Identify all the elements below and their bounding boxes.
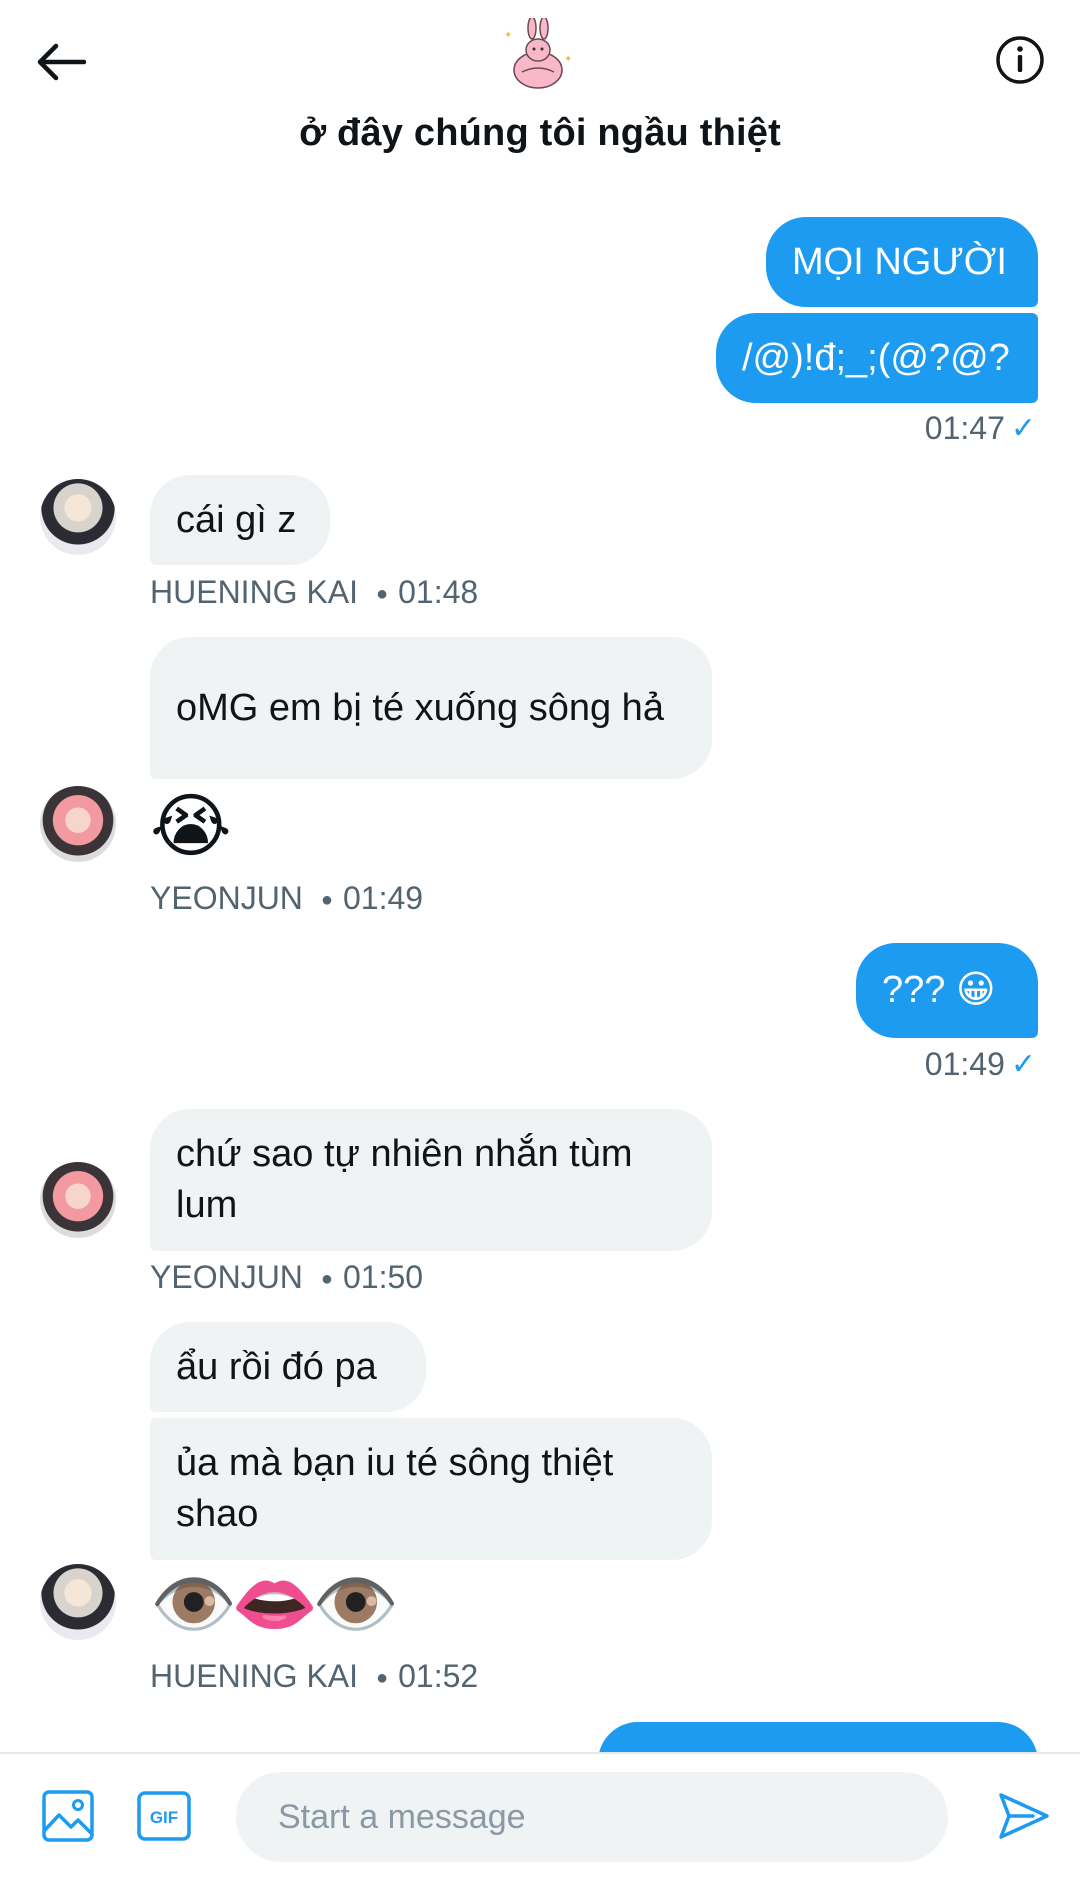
timestamp-text: 01:49 [924, 1046, 1005, 1082]
info-circle-icon [996, 36, 1044, 84]
message-text: ẩu rồi đó pa [176, 1345, 377, 1388]
timestamp-text: 01:50 [343, 1259, 424, 1295]
send-icon [999, 1793, 1049, 1839]
incoming-message[interactable]: oMG em bị té xuống sông hả [150, 637, 712, 779]
dm-conversation-screen: ✦ ✦ ở đây chúng tôi ngầu thiệt MỌI NGƯỜI… [0, 0, 1080, 1882]
avatar-huening-kai[interactable] [40, 1564, 116, 1640]
sender-name: YEONJUN [150, 880, 303, 916]
separator-dot: ● [320, 1268, 333, 1291]
sender-name: HUENING KAI [150, 574, 359, 610]
avatar-yeonjun[interactable] [40, 1162, 116, 1238]
separator-dot: ● [376, 1667, 389, 1690]
outgoing-message[interactable]: ??? 😀 [856, 943, 1038, 1038]
message-text: ủa mà bạn iu té sông thiệt shao [176, 1442, 614, 1535]
emoji-message[interactable]: 😭 [150, 786, 232, 866]
message-timestamp: 01:49 ✓ [925, 1046, 1036, 1083]
image-icon [42, 1790, 94, 1842]
timestamp-text: 01:52 [398, 1658, 479, 1694]
add-gif-button[interactable]: GIF [132, 1784, 196, 1848]
incoming-message[interactable]: cái gì z [150, 475, 330, 565]
group-avatar[interactable]: ✦ ✦ [496, 16, 580, 94]
send-button[interactable] [992, 1784, 1056, 1848]
avatar-yeonjun[interactable] [40, 786, 116, 862]
conversation-header: ✦ ✦ ở đây chúng tôi ngầu thiệt [0, 0, 1080, 200]
incoming-message[interactable]: ủa mà bạn iu té sông thiệt shao [150, 1418, 712, 1560]
avatar-huening-kai[interactable] [40, 479, 116, 555]
check-icon: ✓ [1010, 1048, 1036, 1081]
back-button[interactable] [30, 32, 90, 92]
message-text: chứ sao tự nhiên nhắn tùm lum [176, 1133, 633, 1226]
separator-dot: ● [320, 889, 333, 912]
separator-dot: ● [376, 583, 389, 606]
timestamp-text: 01:47 [924, 410, 1005, 446]
outgoing-message[interactable]: /@)!đ;_;(@?@? [716, 313, 1038, 403]
gif-icon: GIF [137, 1791, 191, 1841]
message-text: /@)!đ;_;(@?@? [742, 336, 1010, 379]
check-icon: ✓ [1010, 412, 1036, 445]
message-meta: HUENING KAI ● 01:52 [150, 1658, 478, 1695]
message-meta: YEONJUN ● 01:49 [150, 880, 423, 917]
info-button[interactable] [990, 30, 1050, 90]
message-composer: GIF Start a message [0, 1752, 1080, 1882]
message-text: MỌI NGƯỜI [792, 240, 1007, 283]
message-text: cái gì z [176, 498, 297, 541]
add-image-button[interactable] [36, 1784, 100, 1848]
message-text: oMG em bị té xuống sông hả [176, 686, 664, 729]
timestamp-text: 01:49 [343, 880, 424, 916]
gif-label: GIF [150, 1808, 178, 1827]
message-meta: YEONJUN ● 01:50 [150, 1259, 423, 1296]
message-meta: HUENING KAI ● 01:48 [150, 574, 478, 611]
sender-name: YEONJUN [150, 1259, 303, 1295]
bunny-sticker-icon: ✦ ✦ [504, 16, 572, 89]
message-text: ??? 😀 [882, 969, 996, 1011]
message-timestamp: 01:47 ✓ [925, 410, 1036, 447]
timestamp-text: 01:48 [398, 574, 479, 610]
incoming-message[interactable]: ẩu rồi đó pa [150, 1322, 426, 1412]
sender-name: HUENING KAI [150, 1658, 359, 1694]
conversation-title: ở đây chúng tôi ngầu thiệt [299, 112, 781, 154]
message-input[interactable]: Start a message [236, 1772, 948, 1862]
message-input-placeholder: Start a message [278, 1797, 526, 1836]
emoji-message[interactable]: 👁️👄👁️ [150, 1564, 399, 1644]
svg-text:✦: ✦ [564, 54, 572, 65]
arrow-left-icon [37, 43, 86, 81]
outgoing-message[interactable]: MỌI NGƯỜI [766, 217, 1038, 307]
incoming-message[interactable]: chứ sao tự nhiên nhắn tùm lum [150, 1109, 712, 1251]
svg-text:✦: ✦ [504, 30, 512, 41]
